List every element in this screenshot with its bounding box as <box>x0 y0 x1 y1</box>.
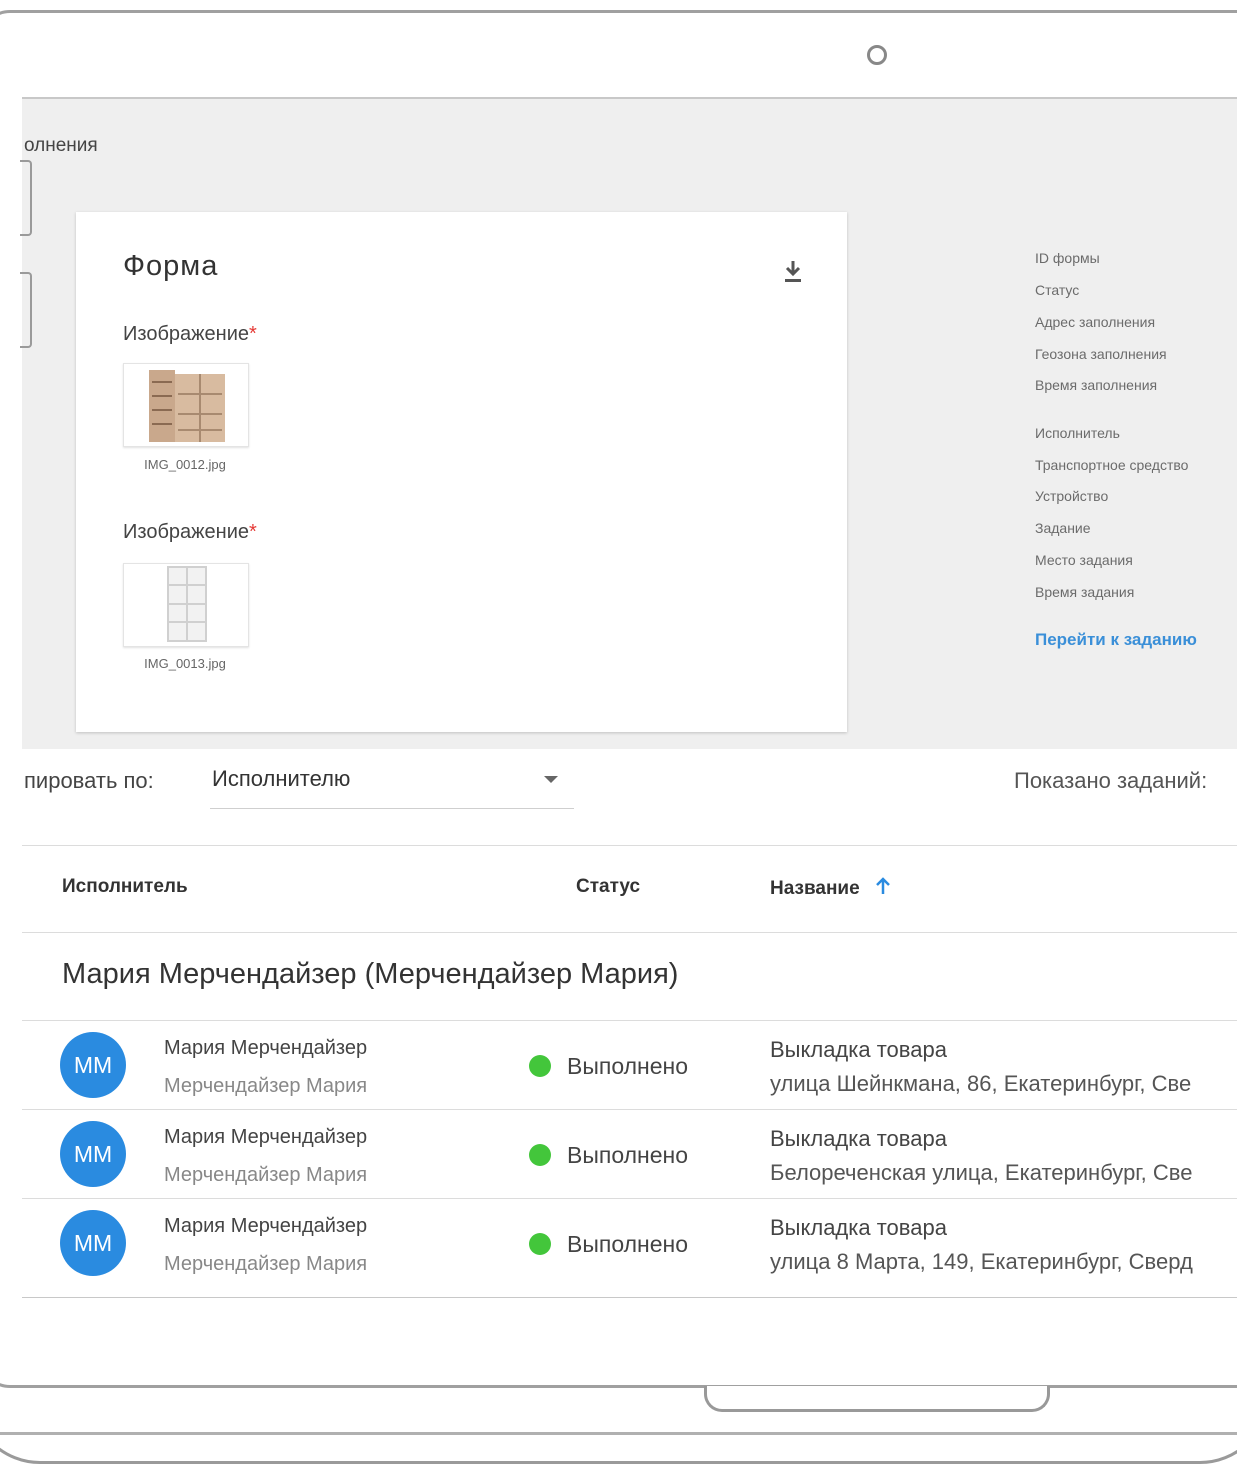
device-base <box>0 1432 1237 1435</box>
device-screen-border <box>0 10 1237 1388</box>
device-notch <box>704 1386 1050 1412</box>
